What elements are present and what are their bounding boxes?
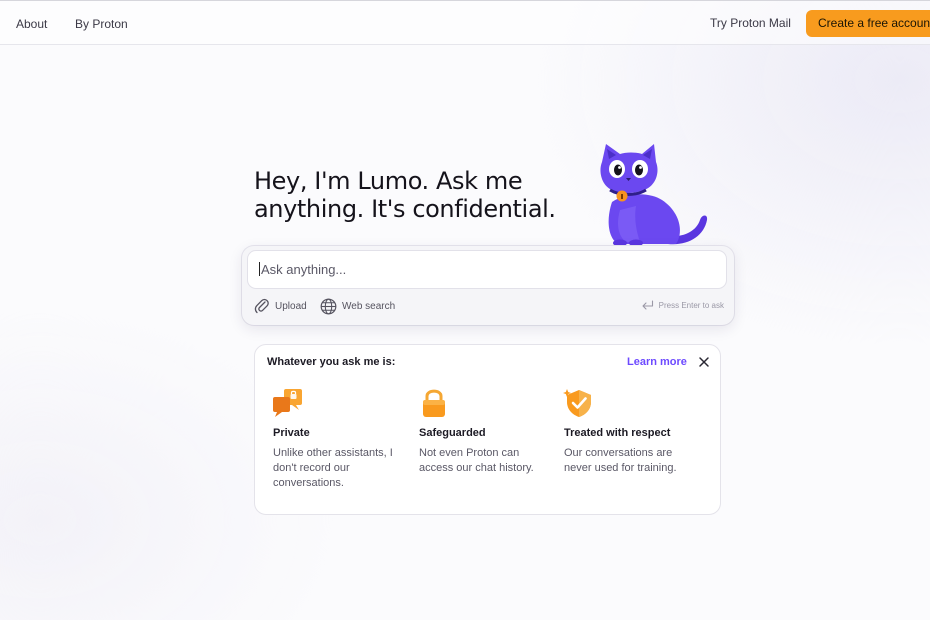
upload-label: Upload [275,300,307,312]
upload-button[interactable]: Upload [254,298,307,314]
privacy-info-card: Whatever you ask me is: Learn more Priva… [254,344,721,515]
feature-respect: Treated with respect Our conversations a… [563,387,698,474]
hero-heading: Hey, I'm Lumo. Ask me anything. It's con… [254,167,614,223]
globe-icon [320,298,337,315]
ask-input-placeholder: Ask anything... [261,262,347,277]
hero-heading-line-2: anything. It's confidential. [254,195,556,223]
close-icon[interactable] [697,355,711,369]
feature-private-description: Unlike other assistants, I don't record … [273,447,393,489]
feature-respect-description: Our conversations are never used for tra… [564,447,677,474]
nav-by-proton-link[interactable]: By Proton [75,17,128,31]
paperclip-icon [254,298,269,314]
lumo-cat-mascot-icon [600,144,708,247]
ask-composer: Ask anything... Upload Web search Press … [242,246,734,325]
info-card-heading: Whatever you ask me is: [267,356,396,368]
web-search-label: Web search [342,301,396,312]
try-proton-mail-link[interactable]: Try Proton Mail [710,16,791,30]
ask-input[interactable]: Ask anything... [247,250,727,289]
padlock-icon [423,389,445,417]
feature-safeguarded: Safeguarded Not even Proton can access o… [418,387,553,474]
feature-private-title: Private [273,427,310,439]
enter-hint-text: Press Enter to ask [658,301,724,310]
enter-hint: Press Enter to ask [641,300,724,311]
top-nav-bar: About By Proton Try Proton Mail Create a… [0,0,930,45]
hero-heading-line-1: Hey, I'm Lumo. Ask me [254,167,523,195]
enter-key-icon [642,300,653,310]
create-account-button[interactable]: Create a free account [806,10,930,37]
nav-about-link[interactable]: About [16,17,47,31]
feature-safeguarded-description: Not even Proton can access our chat hist… [419,447,534,474]
speech-bubbles-lock-icon [273,389,302,417]
web-search-button[interactable]: Web search [320,298,395,315]
shield-check-icon [563,389,591,417]
learn-more-link[interactable]: Learn more [627,356,687,368]
text-caret [259,262,260,276]
feature-private: Private Unlike other assistants, I don't… [272,387,407,489]
feature-respect-title: Treated with respect [564,427,671,439]
feature-safeguarded-title: Safeguarded [419,427,486,439]
